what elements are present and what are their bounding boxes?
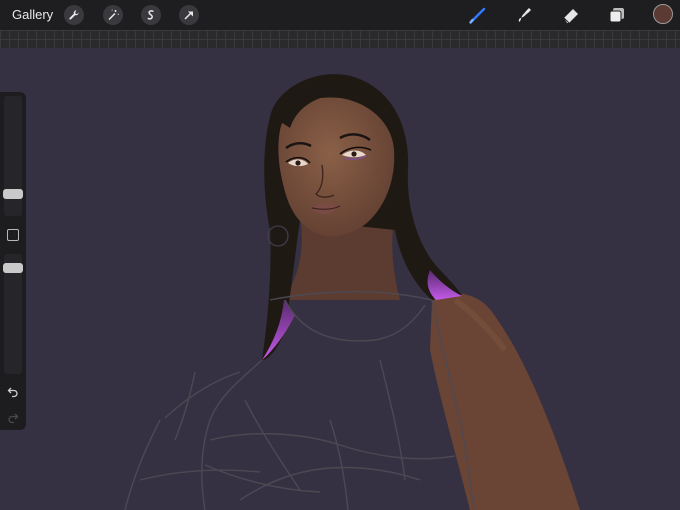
smudge-icon[interactable] [513, 4, 535, 26]
wrench-icon[interactable] [64, 5, 84, 25]
layers-icon[interactable] [606, 4, 628, 26]
brush-size-thumb[interactable] [3, 189, 23, 199]
modify-button[interactable] [7, 229, 19, 241]
gallery-button[interactable]: Gallery [12, 7, 53, 22]
selection-icon[interactable] [141, 5, 161, 25]
drawing-canvas[interactable] [0, 48, 680, 510]
undo-icon[interactable] [5, 384, 21, 400]
redo-icon[interactable] [5, 410, 21, 426]
left-sidebar [0, 92, 26, 430]
sketch-lines [124, 291, 475, 510]
opacity-thumb[interactable] [3, 263, 23, 273]
transform-arrow-icon[interactable] [179, 5, 199, 25]
brush-icon[interactable] [467, 4, 489, 26]
hair-highlight-right [427, 270, 462, 300]
eraser-icon[interactable] [560, 4, 582, 26]
top-toolbar: Gallery [0, 0, 680, 30]
shoulder-shape [430, 293, 580, 510]
artwork [124, 74, 580, 510]
canvas-grid-edge [0, 30, 680, 48]
color-swatch[interactable] [653, 4, 673, 24]
magic-wand-icon[interactable] [103, 5, 123, 25]
